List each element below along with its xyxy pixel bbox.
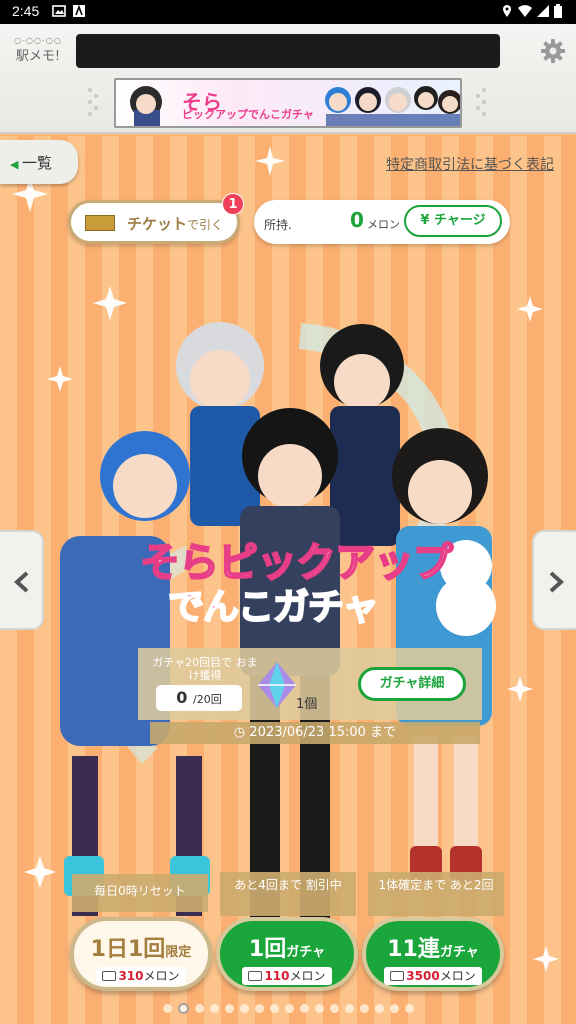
- page-dot[interactable]: [344, 1004, 354, 1013]
- ticket-label-suffix: で引く: [187, 218, 224, 232]
- discount-tag: あと4回まで 割引中: [220, 872, 356, 916]
- back-label: 一覧: [21, 154, 52, 172]
- single-gacha-price-unit: メロン: [289, 969, 326, 983]
- logo-dots: ○-○○-○○: [14, 36, 62, 45]
- ticket-label-main: チケット: [127, 215, 188, 233]
- wallet-label: 所持.: [264, 218, 292, 232]
- logo-text: 駅メモ!: [15, 49, 61, 64]
- eleven-gacha-suffix: ガチャ: [439, 945, 479, 960]
- gacha-deadline: ◷ 2023/06/23 15:00 まで: [150, 722, 480, 744]
- melon-wallet: 所持. 0 メロン ¥ チャージ: [254, 200, 510, 244]
- chevron-left-icon: [14, 571, 29, 593]
- single-gacha-main: 1回: [248, 937, 287, 962]
- clock: 2:45: [12, 3, 40, 19]
- banner-subtitle: ピックアップでんこガチャ: [182, 108, 314, 121]
- page-dot[interactable]: [162, 1004, 172, 1013]
- single-gacha-label: 1回ガチャ: [220, 931, 354, 963]
- daily-reset-tag: 毎日0時リセット: [72, 874, 208, 912]
- previous-gacha-button[interactable]: [0, 530, 44, 630]
- single-gacha-price: 110メロン: [242, 967, 332, 985]
- charge-button[interactable]: ¥ チャージ: [404, 205, 502, 237]
- wifi-icon: [518, 4, 532, 18]
- eleven-gacha-price-unit: メロン: [439, 969, 476, 983]
- page-dot[interactable]: [389, 1004, 399, 1013]
- gacha-banner[interactable]: そら ピックアップでんこガチャ: [114, 78, 462, 128]
- daily-gacha-label: 1日1回限定: [74, 931, 208, 963]
- back-button[interactable]: ◀ 一覧: [0, 140, 78, 184]
- eleven-gacha-label: 11連ガチャ: [366, 931, 500, 963]
- eleven-gacha-main: 11連: [387, 937, 440, 962]
- bonus-item-count: 1個: [296, 697, 318, 712]
- crystal-icon: [252, 660, 302, 710]
- eleven-gacha-price-value: 3500: [406, 969, 440, 983]
- page-dot[interactable]: [239, 1004, 249, 1013]
- gacha-details-button[interactable]: ガチャ詳細: [358, 667, 466, 701]
- chevron-right-icon: [549, 571, 564, 593]
- page-dot[interactable]: [224, 1004, 234, 1013]
- app-notification-icon: [72, 4, 86, 18]
- ticket-label: チケットで引く: [127, 213, 223, 234]
- app-logo[interactable]: ○-○○-○○ 駅メモ!: [10, 36, 66, 72]
- ticket-count-badge: 1: [222, 193, 244, 215]
- image-icon: [52, 4, 66, 18]
- melon-card-icon: [390, 971, 405, 981]
- page-dot[interactable]: [177, 1003, 189, 1014]
- ticket-gacha-button[interactable]: チケットで引く: [68, 200, 240, 244]
- gacha-title-line2: でんこガチャ: [167, 586, 380, 629]
- melon-unit: メロン: [367, 218, 400, 231]
- page-dot[interactable]: [374, 1004, 384, 1013]
- melon-balance: 0: [350, 208, 364, 232]
- page-indicator[interactable]: [100, 1003, 476, 1016]
- ticket-icon: [85, 215, 115, 231]
- bonus-count: 0: [176, 688, 188, 707]
- bonus-title: ガチャ20回目で おまけ獲得: [152, 656, 258, 682]
- banner-decoration-left: [86, 82, 100, 122]
- page-dot[interactable]: [404, 1004, 414, 1013]
- daily-gacha-main: 1日1回: [90, 937, 166, 962]
- next-gacha-button[interactable]: [532, 530, 576, 630]
- page-dot[interactable]: [329, 1004, 339, 1013]
- page-dot[interactable]: [194, 1004, 204, 1013]
- single-gacha-button[interactable]: 1回ガチャ 110メロン: [216, 917, 358, 991]
- bonus-progress-counter: 0 /20回: [156, 685, 242, 711]
- page-dot[interactable]: [284, 1004, 294, 1013]
- page-dot[interactable]: [209, 1004, 219, 1013]
- single-gacha-price-value: 110: [264, 969, 290, 983]
- legal-notice-link[interactable]: 特定商取引法に基づく表記: [386, 154, 554, 174]
- bonus-total: /20回: [193, 693, 222, 706]
- page-dot[interactable]: [254, 1004, 264, 1013]
- page-dot[interactable]: [314, 1004, 324, 1013]
- page-dot[interactable]: [299, 1004, 309, 1013]
- eleven-gacha-button[interactable]: 11連ガチャ 3500メロン: [362, 917, 504, 991]
- daily-gacha-suffix: 限定: [165, 945, 192, 960]
- chevron-left-icon: ◀: [10, 158, 22, 171]
- banner-decoration-right: [474, 82, 488, 122]
- guarantee-tag: 1体確定まで あと2回: [368, 872, 504, 916]
- daily-gacha-price-unit: メロン: [143, 969, 180, 983]
- battery-icon: [554, 4, 564, 18]
- signal-icon: [536, 4, 550, 18]
- app-header: ○-○○-○○ 駅メモ! そら ピックアップでんこガチャ: [0, 24, 576, 134]
- daily-gacha-price-value: 310: [118, 969, 144, 983]
- melon-card-icon: [102, 971, 117, 981]
- daily-limited-gacha-button[interactable]: 1日1回限定 310メロン: [70, 917, 212, 991]
- top-message-bar: [76, 34, 500, 68]
- location-icon: [500, 4, 514, 18]
- melon-card-icon: [248, 971, 263, 981]
- status-bar: 2:45: [0, 0, 576, 24]
- page-dot[interactable]: [269, 1004, 279, 1013]
- page-dot[interactable]: [359, 1004, 369, 1013]
- daily-gacha-price: 310メロン: [96, 967, 186, 985]
- gear-icon[interactable]: [540, 38, 566, 64]
- eleven-gacha-price: 3500メロン: [384, 967, 482, 985]
- single-gacha-suffix: ガチャ: [286, 945, 326, 960]
